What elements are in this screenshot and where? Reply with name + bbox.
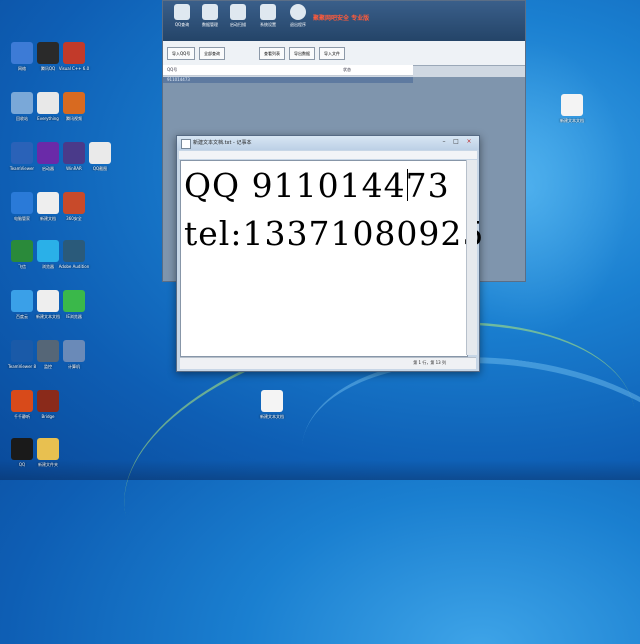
- notepad-statusbar: 第 1 行，第 13 列: [180, 357, 476, 369]
- app-toolbar: QQ查询 数据管理 启动扫描 系统设置 退出程序 聚聚网吧安全 专业版: [163, 1, 525, 41]
- desktop-icon[interactable]: 新建文本文档: [552, 94, 592, 123]
- desktop-icon-image: [561, 94, 583, 116]
- notepad-title: 新建文本文档.txt - 记事本: [193, 140, 252, 146]
- desktop-icon[interactable]: QQ截图: [80, 142, 120, 171]
- desktop-icon-label: Adobe Audition: [58, 264, 90, 269]
- notepad-titlebar[interactable]: 新建文本文档.txt - 记事本 – □ ×: [177, 136, 479, 150]
- export-data-button[interactable]: 导出数据: [289, 47, 315, 60]
- disc-icon: [290, 4, 306, 20]
- desktop-icon[interactable]: 360安全: [54, 192, 94, 221]
- desktop-icon-label: IE浏览器: [66, 314, 82, 319]
- desktop-icon[interactable]: 新建文本文档: [252, 390, 292, 419]
- text-line-qq: QQ 911014473: [184, 166, 450, 205]
- toolbar-button-settings[interactable]: 系统设置: [255, 4, 281, 28]
- toolbar-button-exit[interactable]: 退出程序: [285, 4, 311, 28]
- app-list[interactable]: QQ号 状态: [163, 65, 413, 76]
- scan-icon: [230, 4, 246, 20]
- desktop-icon-image: [63, 42, 85, 64]
- cursor-position: 第 1 行，第 13 列: [413, 360, 446, 365]
- notepad-window[interactable]: 新建文本文档.txt - 记事本 – □ × 文件(F) 编辑(E) 格式(O)…: [176, 135, 483, 372]
- desktop-icon-label: QQ截图: [92, 166, 108, 171]
- vertical-scrollbar[interactable]: [466, 160, 477, 355]
- desktop-icon-label: Visual C++ 6.0: [58, 66, 90, 71]
- desktop-icon[interactable]: Bridge: [28, 390, 68, 419]
- printer-icon: [202, 4, 218, 20]
- list-header-qq: QQ号: [167, 67, 178, 72]
- desktop-icon[interactable]: 计算机: [54, 340, 94, 369]
- desktop-icon-label: 360安全: [66, 216, 82, 221]
- desktop-icon-image: [89, 142, 111, 164]
- desktop-icon-image: [37, 390, 59, 412]
- text-line-tel: tel:13371080925: [184, 214, 485, 253]
- desktop-icon-image: [261, 390, 283, 412]
- desktop-icon[interactable]: Adobe Audition: [54, 240, 94, 269]
- notepad-icon: [181, 139, 191, 149]
- notepad-menubar: 文件(F) 编辑(E) 格式(O) 查看(V) 帮助(H): [179, 151, 477, 167]
- desktop-icon[interactable]: Visual C++ 6.0: [54, 42, 94, 71]
- desktop-icon-label: 腾讯视频: [66, 116, 82, 121]
- minimize-icon[interactable]: –: [439, 138, 449, 146]
- desktop-icon-label: 新建文本文档: [560, 118, 584, 123]
- import-qq-button[interactable]: 导入QQ号: [167, 47, 196, 60]
- app-title: 聚聚网吧安全 专业版: [313, 15, 370, 22]
- app-subtoolbar: 导入QQ号 全部查询 查看列表 导出数据 导入文件: [163, 41, 525, 66]
- notepad-text-area[interactable]: QQ 911014473 tel:13371080925: [180, 160, 483, 357]
- toolbar-button-data[interactable]: 数据管理: [197, 4, 223, 28]
- view-list-button[interactable]: 查看列表: [259, 47, 285, 60]
- desktop-icon[interactable]: 腾讯视频: [54, 92, 94, 121]
- desktop-icon[interactable]: IE浏览器: [54, 290, 94, 319]
- desktop-icon-image: [63, 290, 85, 312]
- selected-row[interactable]: 911014473: [163, 77, 413, 83]
- text-caret: [407, 169, 408, 201]
- desktop-icon-image: [37, 438, 59, 460]
- desktop-icon-image: [63, 192, 85, 214]
- close-icon[interactable]: ×: [464, 138, 474, 146]
- taskbar-area: [0, 460, 640, 480]
- query-all-button[interactable]: 全部查询: [199, 47, 225, 60]
- toolbar-button-scan[interactable]: 启动扫描: [225, 4, 251, 28]
- list-header-status: 状态: [343, 67, 351, 72]
- maximize-icon[interactable]: □: [451, 138, 461, 146]
- desktop-icon-label: 计算机: [68, 364, 80, 369]
- desktop-icon-image: [63, 240, 85, 262]
- desktop-icon-label: Bridge: [41, 414, 55, 419]
- desktop-icon-image: [63, 92, 85, 114]
- import-file-button[interactable]: 导入文件: [319, 47, 345, 60]
- desktop-icon-image: [63, 340, 85, 362]
- search-icon: [174, 4, 190, 20]
- desktop-icon-label: 新建文本文档: [260, 414, 284, 419]
- toolbar-button-qq-query[interactable]: QQ查询: [169, 4, 195, 28]
- camera-icon: [260, 4, 276, 20]
